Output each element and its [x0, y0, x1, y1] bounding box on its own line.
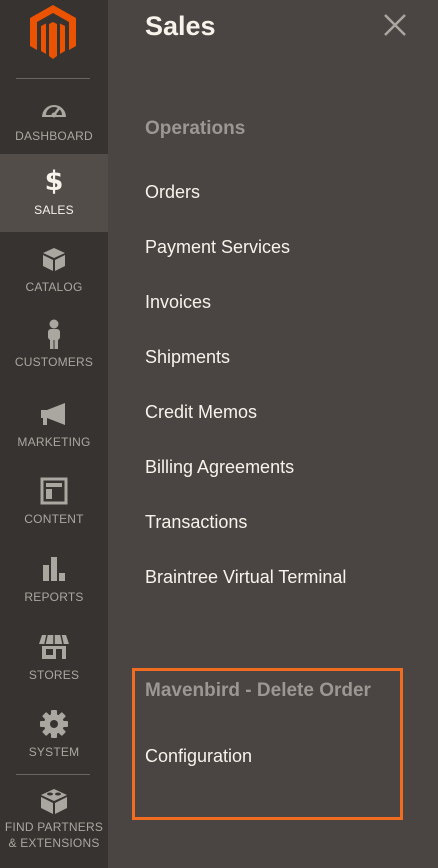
- dashboard-gauge-icon: [34, 94, 74, 122]
- menu-link-credit-memos[interactable]: Credit Memos: [145, 402, 257, 423]
- nav-label: MARKETING: [17, 435, 91, 449]
- nav-item-marketing[interactable]: MARKETING: [0, 400, 108, 458]
- nav-label: FIND PARTNERS & EXTENSIONS: [4, 820, 104, 850]
- storefront-icon: [34, 633, 74, 661]
- nav-label: DASHBOARD: [15, 129, 93, 143]
- menu-link-invoices[interactable]: Invoices: [145, 292, 211, 313]
- close-icon[interactable]: [380, 10, 410, 40]
- magento-logo-icon[interactable]: [28, 4, 78, 60]
- nav-item-catalog[interactable]: CATALOG: [0, 245, 108, 303]
- blocks-icon: [34, 787, 74, 815]
- nav-label: SYSTEM: [28, 745, 80, 759]
- nav-item-dashboard[interactable]: DASHBOARD: [0, 94, 108, 152]
- logo-divider: [16, 78, 90, 79]
- nav-label: SALES: [34, 203, 74, 217]
- box-icon: [34, 245, 74, 273]
- admin-sidebar: DASHBOARD $ SALES CATALOG CUSTOMERS MARK…: [0, 0, 108, 868]
- nav-item-customers[interactable]: CUSTOMERS: [0, 319, 108, 378]
- nav-item-content[interactable]: CONTENT: [0, 477, 108, 535]
- nav-item-system[interactable]: SYSTEM: [0, 710, 108, 768]
- menu-link-payment-services[interactable]: Payment Services: [145, 237, 290, 258]
- nav-label: CUSTOMERS: [14, 355, 94, 369]
- nav-divider: [16, 774, 90, 775]
- layout-icon: [34, 477, 74, 505]
- menu-link-configuration[interactable]: Configuration: [145, 746, 252, 767]
- nav-label: CATALOG: [25, 280, 83, 294]
- operations-group-title: Operations: [145, 118, 246, 139]
- gear-icon: [34, 710, 74, 738]
- menu-link-billing-agreements[interactable]: Billing Agreements: [145, 457, 294, 478]
- nav-label: CONTENT: [24, 512, 84, 526]
- nav-item-stores[interactable]: STORES: [0, 633, 108, 691]
- menu-link-transactions[interactable]: Transactions: [145, 512, 247, 533]
- nav-item-reports[interactable]: REPORTS: [0, 555, 108, 613]
- sales-submenu-panel: Sales Operations Orders Payment Services…: [108, 0, 438, 868]
- extension-group-title: Mavenbird - Delete Order: [145, 680, 371, 701]
- menu-link-shipments[interactable]: Shipments: [145, 347, 230, 368]
- person-icon: [34, 319, 74, 349]
- bar-chart-icon: [34, 555, 74, 583]
- nav-item-sales[interactable]: $ SALES: [0, 154, 108, 232]
- panel-title: Sales: [145, 11, 216, 41]
- menu-link-orders[interactable]: Orders: [145, 182, 200, 203]
- nav-label: STORES: [28, 668, 80, 682]
- menu-link-braintree-virtual-terminal[interactable]: Braintree Virtual Terminal: [145, 567, 346, 588]
- dollar-icon: $: [44, 166, 64, 197]
- nav-label: REPORTS: [24, 590, 84, 604]
- megaphone-icon: [34, 400, 74, 428]
- nav-item-find-partners[interactable]: FIND PARTNERS & EXTENSIONS: [0, 787, 108, 859]
